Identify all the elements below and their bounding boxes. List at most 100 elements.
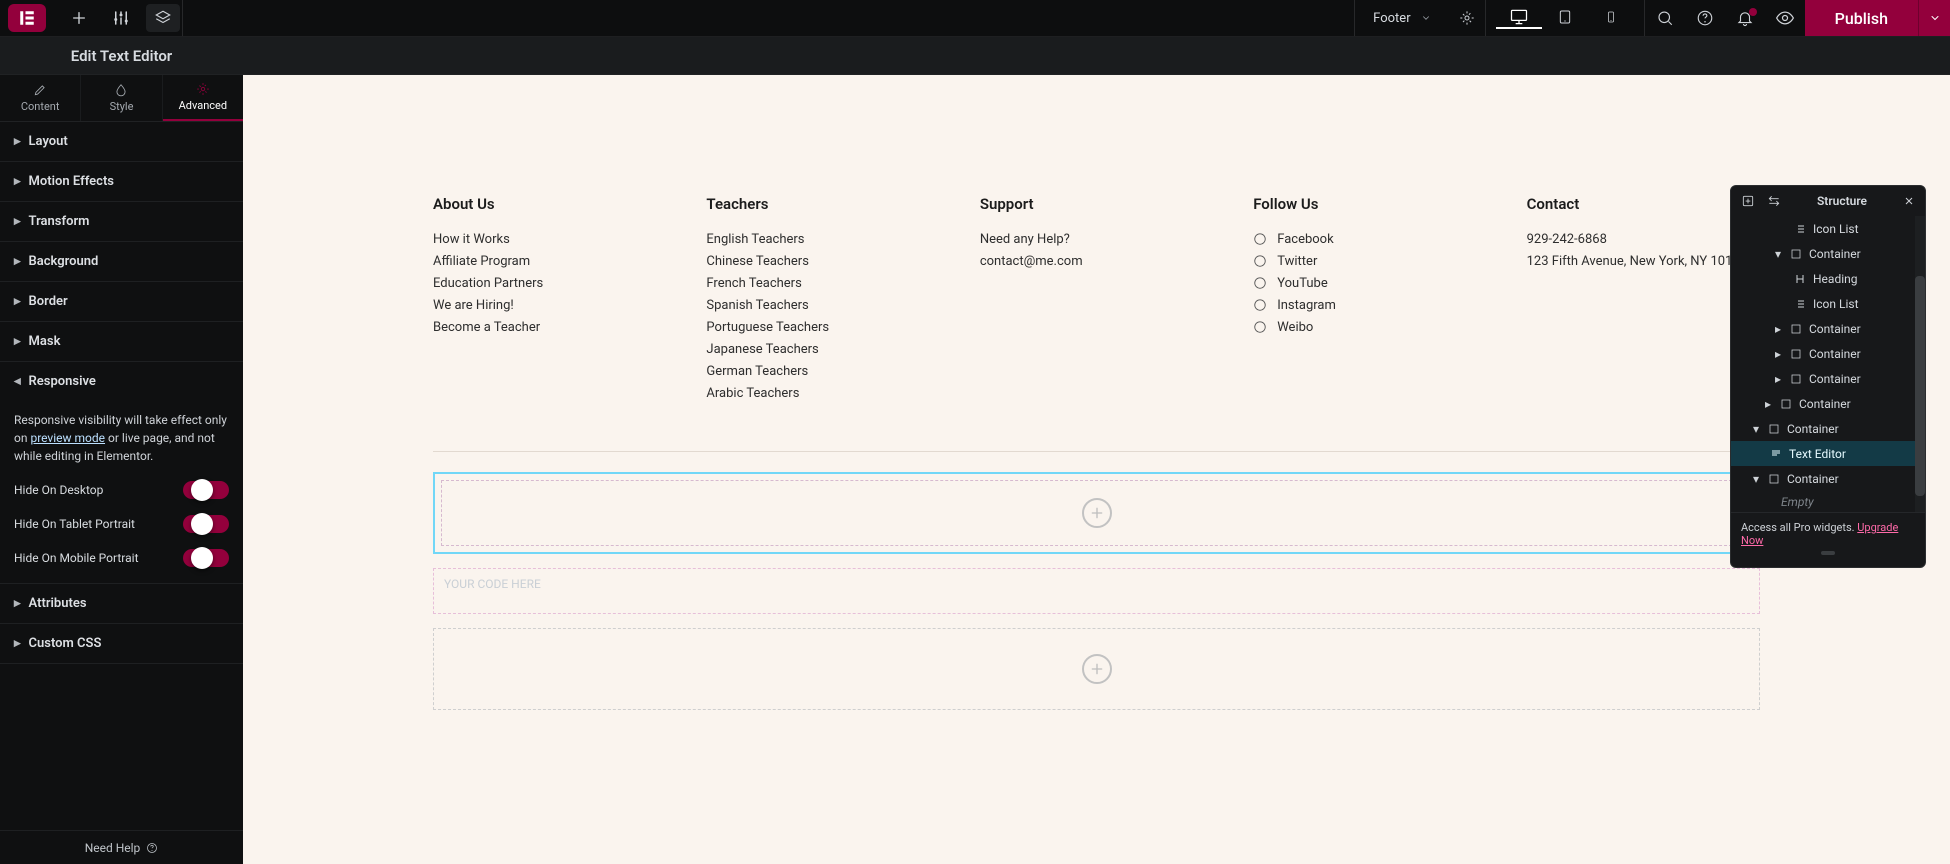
list-item[interactable]: Affiliate Program <box>433 251 666 273</box>
node-heading[interactable]: Heading <box>1731 266 1925 291</box>
tablet-icon <box>1557 7 1573 27</box>
container-selected[interactable] <box>433 472 1760 554</box>
list-item[interactable]: Need any Help? <box>980 229 1213 251</box>
list-item[interactable]: Twitter <box>1253 251 1486 273</box>
responsive-body: Responsive visibility will take effect o… <box>0 401 243 583</box>
toggle-hide-tablet[interactable]: Hide <box>183 515 229 533</box>
hide-mobile-label: Hide On Mobile Portrait <box>14 551 139 565</box>
toggle-hide-desktop[interactable]: Hide <box>183 481 229 499</box>
acc-transform[interactable]: ▸Transform <box>0 202 243 241</box>
list-item[interactable]: Japanese Teachers <box>706 339 939 361</box>
caret-right-icon: ▸ <box>14 636 21 651</box>
list-item[interactable]: French Teachers <box>706 273 939 295</box>
device-tablet[interactable] <box>1542 7 1588 29</box>
collapse-all-icon[interactable] <box>1767 194 1781 208</box>
caret-down-icon: ▾ <box>1751 472 1761 486</box>
navigator-button[interactable] <box>146 4 180 32</box>
list-item[interactable]: We are Hiring! <box>433 295 666 317</box>
footer-separator <box>433 451 1760 452</box>
node-icon-list[interactable]: Icon List <box>1731 216 1925 241</box>
list-item[interactable]: YouTube <box>1253 273 1486 295</box>
add-widget-button[interactable] <box>1082 498 1112 528</box>
list-item[interactable]: How it Works <box>433 229 666 251</box>
sidebar-footer[interactable]: Need Help <box>0 830 243 864</box>
notifications-button[interactable] <box>1725 0 1765 36</box>
teachers-title: Teachers <box>706 195 939 213</box>
tree-scrollbar[interactable] <box>1915 216 1925 512</box>
list-item[interactable]: Portuguese Teachers <box>706 317 939 339</box>
acc-custom-css[interactable]: ▸Custom CSS <box>0 624 243 663</box>
container-empty[interactable] <box>433 628 1760 710</box>
node-icon-list[interactable]: Icon List <box>1731 291 1925 316</box>
caret-right-icon: ▸ <box>14 596 21 611</box>
footer-columns: About Us How it WorksAffiliate ProgramEd… <box>243 75 1950 435</box>
acc-mask[interactable]: ▸Mask <box>0 322 243 361</box>
chevron-down-icon <box>1421 13 1431 23</box>
social-icon <box>1253 232 1269 248</box>
plus-icon <box>71 10 87 26</box>
tab-content[interactable]: Content <box>0 75 81 121</box>
acc-responsive[interactable]: ▾Responsive <box>0 362 243 401</box>
follow-title: Follow Us <box>1253 195 1486 213</box>
node-container[interactable]: ▸Container <box>1731 366 1925 391</box>
acc-motion[interactable]: ▸Motion Effects <box>0 162 243 201</box>
acc-attributes[interactable]: ▸Attributes <box>0 584 243 623</box>
add-note-icon[interactable] <box>1741 194 1755 208</box>
page-selector[interactable]: Footer <box>1355 0 1448 36</box>
acc-background[interactable]: ▸Background <box>0 242 243 281</box>
notification-dot <box>1749 8 1757 16</box>
close-structure[interactable] <box>1903 195 1915 207</box>
node-text-editor[interactable]: Text Editor <box>1731 441 1925 466</box>
about-list: How it WorksAffiliate ProgramEducation P… <box>433 229 666 339</box>
list-item[interactable]: Arabic Teachers <box>706 383 939 405</box>
acc-border[interactable]: ▸Border <box>0 282 243 321</box>
add-widget-button[interactable] <box>1082 654 1112 684</box>
node-container[interactable]: ▾Container <box>1731 416 1925 441</box>
list-item[interactable]: Facebook <box>1253 229 1486 251</box>
acc-layout[interactable]: ▸Layout <box>0 122 243 161</box>
tab-advanced[interactable]: Advanced <box>163 75 243 121</box>
list-item[interactable]: Become a Teacher <box>433 317 666 339</box>
list-item[interactable]: Education Partners <box>433 273 666 295</box>
publish-button[interactable]: Publish <box>1805 0 1918 36</box>
list-item[interactable]: Weibo <box>1253 317 1486 339</box>
footer-col-teachers: Teachers English TeachersChinese Teacher… <box>706 195 939 405</box>
canvas[interactable]: About Us How it WorksAffiliate ProgramEd… <box>243 75 1950 864</box>
list-item[interactable]: Spanish Teachers <box>706 295 939 317</box>
contact-title: Contact <box>1527 195 1760 213</box>
list-item[interactable]: English Teachers <box>706 229 939 251</box>
caret-right-icon: ▸ <box>14 294 21 309</box>
list-item[interactable]: Instagram <box>1253 295 1486 317</box>
drag-handle-icon[interactable] <box>1821 551 1835 555</box>
node-container[interactable]: ▾Container <box>1731 241 1925 266</box>
caret-down-icon: ▾ <box>1751 422 1761 436</box>
node-container[interactable]: ▸Container <box>1731 391 1925 416</box>
finder-button[interactable] <box>1645 0 1685 36</box>
add-button[interactable] <box>62 4 96 32</box>
node-container[interactable]: ▾Container <box>1731 466 1925 491</box>
list-item[interactable]: German Teachers <box>706 361 939 383</box>
preview-mode-link[interactable]: preview mode <box>30 431 105 445</box>
list-item[interactable]: Chinese Teachers <box>706 251 939 273</box>
publish-dropdown[interactable] <box>1918 0 1950 36</box>
social-icon <box>1253 254 1269 270</box>
node-container[interactable]: ▸Container <box>1731 316 1925 341</box>
site-settings-button[interactable] <box>104 4 138 32</box>
footer-col-follow: Follow Us FacebookTwitterYouTubeInstagra… <box>1253 195 1486 405</box>
page-settings-button[interactable] <box>1449 0 1485 36</box>
text-editor-widget[interactable]: YOUR CODE HERE <box>433 568 1760 614</box>
publish-label: Publish <box>1835 9 1888 28</box>
toggle-hide-mobile[interactable]: Hide <box>183 549 229 567</box>
structure-panel[interactable]: Structure Icon List ▾Container Heading I… <box>1730 185 1926 568</box>
help-button[interactable] <box>1685 0 1725 36</box>
elementor-logo[interactable] <box>8 4 46 32</box>
layers-icon <box>154 9 172 27</box>
node-container[interactable]: ▸Container <box>1731 341 1925 366</box>
device-desktop[interactable] <box>1496 7 1542 29</box>
preview-button[interactable] <box>1765 0 1805 36</box>
tab-style[interactable]: Style <box>81 75 162 121</box>
device-mobile[interactable] <box>1588 7 1634 29</box>
caret-down-icon: ▾ <box>1773 247 1783 261</box>
desktop-icon <box>1509 7 1529 27</box>
list-item[interactable]: contact@me.com <box>980 251 1213 273</box>
